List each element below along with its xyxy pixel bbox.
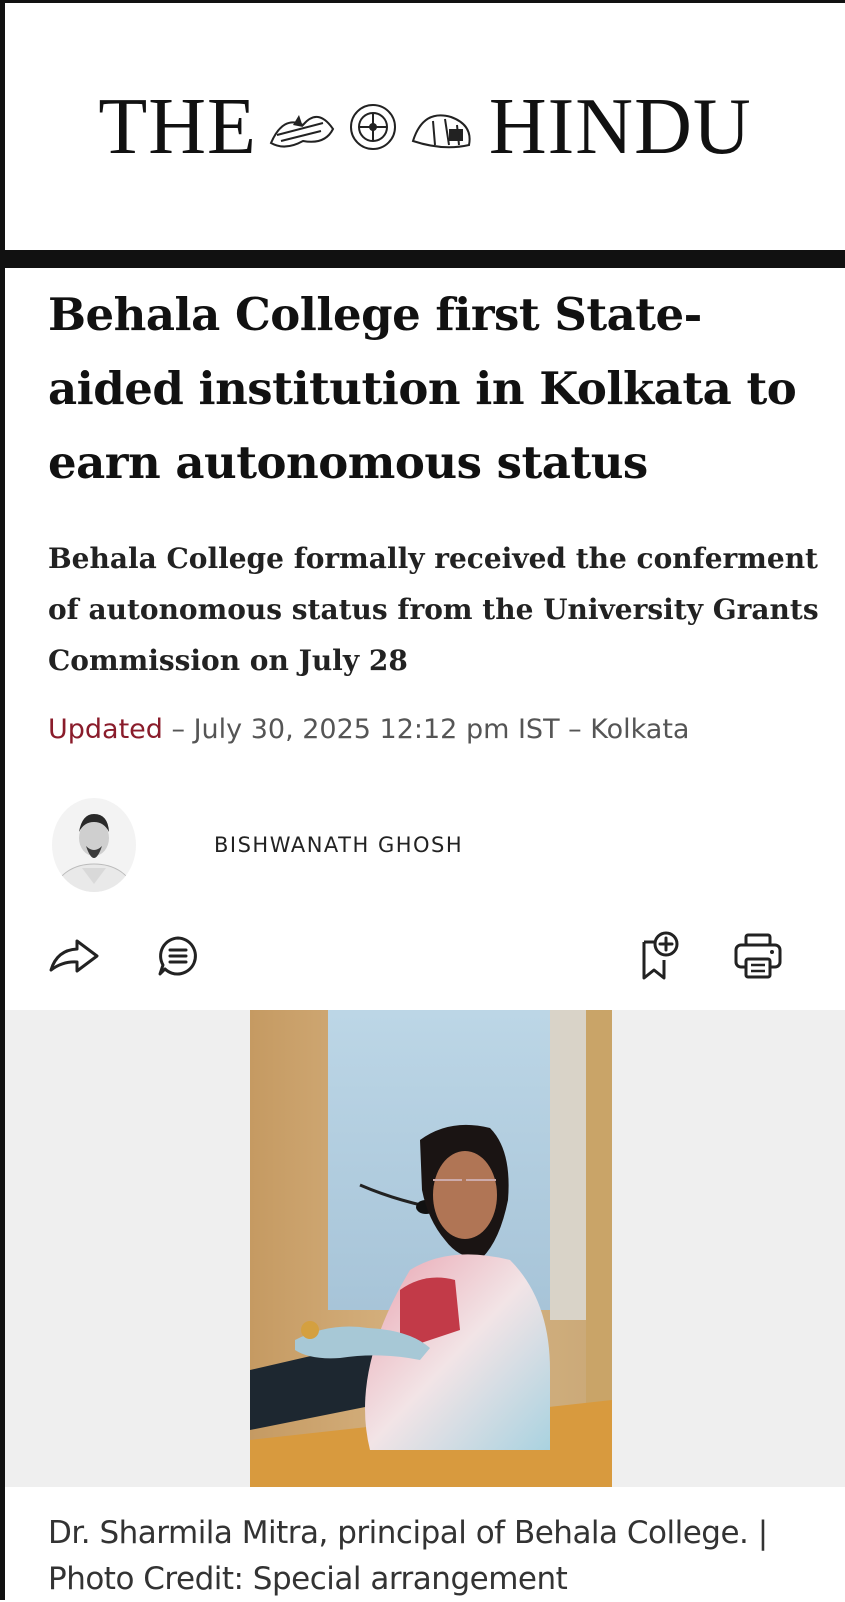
share-arrow-icon [49, 939, 99, 973]
bookmark-button[interactable] [632, 928, 688, 984]
brand-logo[interactable]: THE HINDU [98, 87, 751, 167]
article-photo[interactable] [250, 1010, 612, 1487]
author-photo-icon [55, 814, 133, 892]
brand-word-the: THE [98, 82, 257, 171]
comment-bubble-icon [158, 936, 197, 976]
bookmark-add-icon [642, 931, 679, 980]
article-photo-area [5, 1010, 845, 1487]
updated-label: Updated [48, 714, 163, 745]
article-location: Kolkata [590, 714, 690, 745]
masthead-divider [5, 250, 845, 268]
author-name[interactable]: BISHWANATH GHOSH [214, 833, 463, 857]
masthead: THE HINDU [5, 3, 845, 250]
share-button[interactable] [46, 928, 102, 984]
printer-icon [734, 933, 782, 979]
article-headline: Behala College first State-aided institu… [48, 288, 797, 489]
article-standfirst: Behala College formally received the con… [48, 542, 819, 677]
crest-icon [269, 103, 471, 150]
author-avatar[interactable] [52, 798, 136, 892]
brand-word-hindu: HINDU [488, 82, 752, 171]
byline[interactable]: BISHWANATH GHOSH [52, 798, 463, 892]
article-meta: Updated – July 30, 2025 12:12 pm IST – K… [48, 714, 828, 745]
print-button[interactable] [730, 928, 786, 984]
comments-button[interactable] [150, 928, 206, 984]
meta-separator-2: – [559, 714, 591, 745]
article-action-bar [0, 928, 845, 984]
photo-caption: Dr. Sharmila Mitra, principal of Behala … [48, 1515, 768, 1597]
updated-datetime: July 30, 2025 12:12 pm IST [193, 714, 560, 745]
meta-separator: – [162, 714, 194, 745]
article-header: Behala College first State-aided institu… [48, 268, 828, 745]
